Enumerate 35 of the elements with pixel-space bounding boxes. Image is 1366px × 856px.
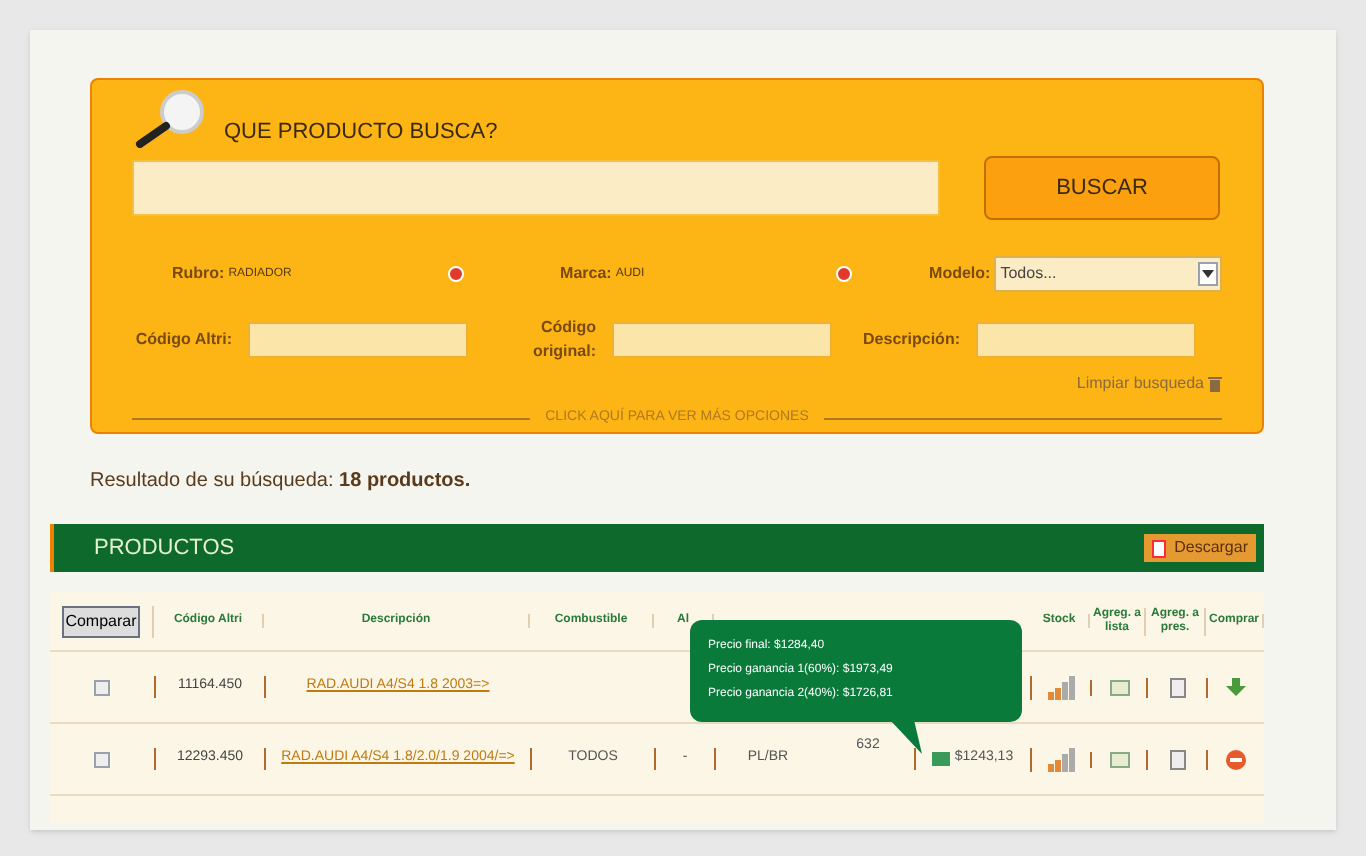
row-checkbox[interactable] [94, 679, 110, 695]
result-summary: Resultado de su búsqueda: 18 productos. [90, 468, 473, 496]
input-field[interactable] [976, 322, 1196, 358]
trash-icon[interactable] [1208, 376, 1222, 392]
row-checkbox[interactable] [94, 751, 110, 767]
add-to-quote-icon[interactable] [1169, 749, 1185, 769]
add-to-list-icon[interactable] [1109, 679, 1129, 695]
field-label: Modelo: [927, 262, 991, 286]
field-label: Descripción: [861, 328, 960, 352]
dropdown-icon [1198, 262, 1218, 286]
price-icon[interactable] [932, 752, 951, 766]
input-field[interactable] [612, 322, 832, 358]
products-title: PRODUCTOS [94, 533, 235, 564]
search-input[interactable] [132, 160, 940, 216]
download-arrow-icon[interactable] [1226, 677, 1246, 697]
pdf-icon [1152, 539, 1167, 557]
add-to-quote-icon[interactable] [1169, 677, 1185, 697]
search-button[interactable]: BUSCAR [984, 156, 1220, 220]
clear-search-link[interactable]: Limpiar busqueda [1076, 372, 1204, 396]
field-label: Código original: [530, 316, 596, 364]
stock-bars-icon [1047, 747, 1075, 771]
input-field[interactable] [248, 322, 468, 358]
search-title: QUE PRODUCTO BUSCA? [224, 117, 498, 147]
remove-filter-icon[interactable] [835, 266, 852, 282]
filter-label: Marca: [560, 262, 612, 286]
remove-filter-icon[interactable] [448, 266, 465, 282]
filter-label: Rubro: [172, 262, 225, 286]
field-label: Código Altri: [133, 328, 232, 352]
stock-bars-icon [1047, 675, 1075, 699]
add-to-list-icon[interactable] [1109, 751, 1129, 767]
compare-button[interactable]: Comparar [61, 605, 141, 637]
minus-circle-icon[interactable] [1226, 749, 1246, 769]
model-select[interactable]: Todos... [994, 256, 1222, 292]
download-button[interactable]: Descargar [1144, 534, 1256, 562]
magnifier-icon [132, 88, 208, 148]
